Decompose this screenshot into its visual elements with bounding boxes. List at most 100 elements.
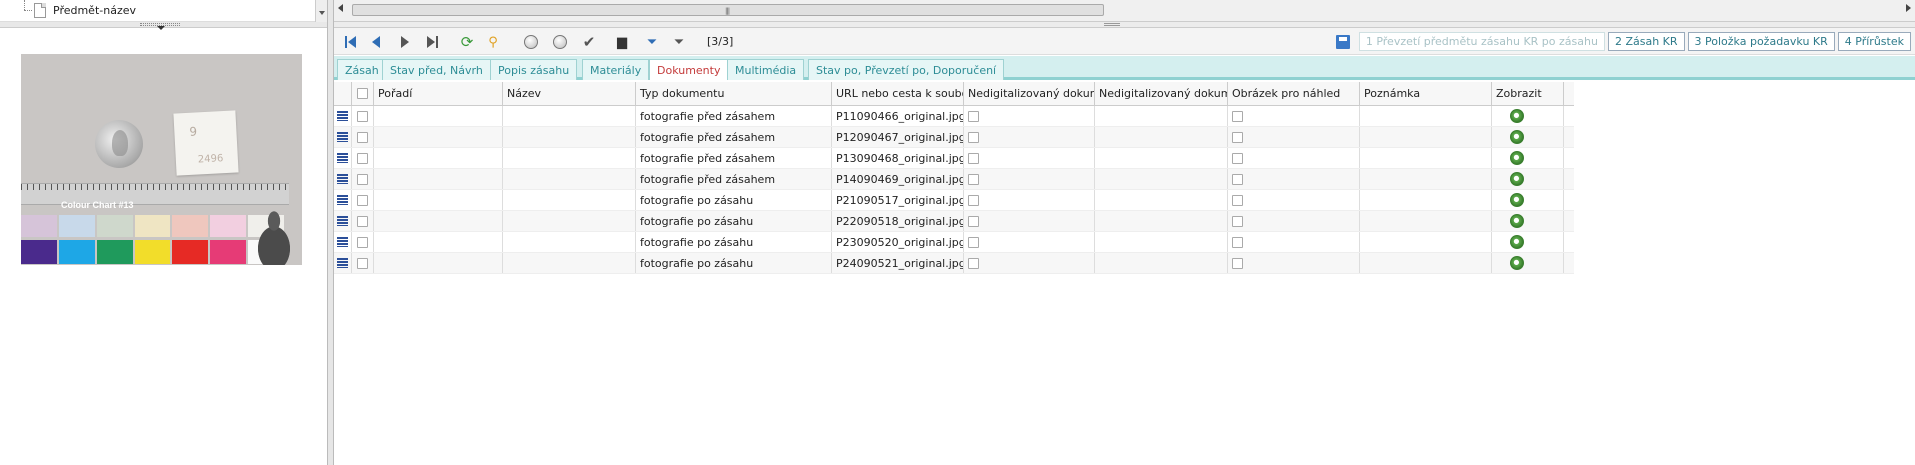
row-select-checkbox[interactable]: [357, 215, 368, 227]
row-select-checkbox[interactable]: [357, 236, 368, 248]
print-icon[interactable]: ▆: [613, 33, 631, 51]
tab-materialy[interactable]: Materiály: [582, 59, 650, 80]
table-row[interactable]: fotografie před zásahem P12090467_origina…: [334, 127, 1574, 148]
scrollbar-thumb[interactable]: |||: [352, 4, 1104, 16]
table-row[interactable]: fotografie před zásahem P13090468_origina…: [334, 148, 1574, 169]
view-document-icon[interactable]: [1510, 109, 1524, 123]
nedigitalizovany-checkbox[interactable]: [968, 131, 979, 143]
tree-scrollbar[interactable]: [315, 0, 327, 22]
tab-stav-po[interactable]: Stav po, Převzetí po, Doporučení: [808, 59, 1005, 80]
scroll-left-icon[interactable]: [338, 4, 343, 12]
drag-handle-icon[interactable]: [337, 237, 348, 247]
view-document-icon[interactable]: [1510, 235, 1524, 249]
nazev-cell: [503, 127, 636, 147]
preview-image-checkbox[interactable]: [1232, 215, 1243, 227]
zobrazit-cell: [1492, 211, 1564, 231]
first-record-icon[interactable]: [341, 33, 359, 51]
next-record-icon[interactable]: [396, 33, 414, 51]
row-select-checkbox[interactable]: [357, 194, 368, 206]
drag-handle-icon[interactable]: [337, 132, 348, 142]
view-document-icon[interactable]: [1510, 193, 1524, 207]
column-header-obrazek[interactable]: Obrázek pro náhled: [1228, 82, 1360, 105]
tab-dokumenty[interactable]: Dokumenty: [649, 59, 729, 80]
table-row[interactable]: fotografie po zásahu P22090518_original.j…: [334, 211, 1574, 232]
collapse-arrow-icon[interactable]: [157, 26, 165, 30]
refresh-icon[interactable]: ⟳: [458, 33, 476, 51]
request-item-kr-button[interactable]: 3 Položka požadavku KR: [1687, 32, 1835, 51]
tree-item-label[interactable]: Předmět-název: [53, 4, 136, 17]
drag-handle-icon[interactable]: [337, 258, 348, 268]
vertical-splitter[interactable]: [327, 0, 334, 465]
nedigitalizovany-checkbox[interactable]: [968, 194, 979, 206]
nedigitalizovany-checkbox[interactable]: [968, 152, 979, 164]
drag-handle-icon[interactable]: [337, 216, 348, 226]
preview-image-checkbox[interactable]: [1232, 152, 1243, 164]
previous-record-icon[interactable]: [367, 33, 385, 51]
nedigitalizovany-checkbox[interactable]: [968, 215, 979, 227]
tree-item[interactable]: Předmět-název: [0, 0, 315, 22]
filter-icon[interactable]: ⏷: [643, 33, 661, 51]
accession-button[interactable]: 4 Přírůstek: [1837, 32, 1911, 51]
drag-handle-icon[interactable]: [337, 153, 348, 163]
chevron-down-icon[interactable]: [319, 11, 325, 15]
add-icon[interactable]: [522, 33, 540, 51]
column-header-nazev[interactable]: Název: [503, 82, 636, 105]
table-row[interactable]: fotografie po zásahu P24090521_original.j…: [334, 253, 1574, 274]
view-document-icon[interactable]: [1510, 130, 1524, 144]
column-header-typ-dokumentu[interactable]: Typ dokumentu: [636, 82, 832, 105]
row-select-checkbox[interactable]: [357, 131, 368, 143]
view-document-icon[interactable]: [1510, 151, 1524, 165]
nedigitalizovany-checkbox[interactable]: [968, 173, 979, 185]
obrazek-cell: [1228, 232, 1360, 252]
select-all-checkbox[interactable]: [357, 88, 368, 99]
preview-image-checkbox[interactable]: [1232, 110, 1243, 122]
intervention-kr-button[interactable]: 2 Zásah KR: [1607, 32, 1685, 51]
column-header-url[interactable]: URL nebo cesta k soubo: [832, 82, 964, 105]
filter-clear-icon[interactable]: ⏷: [670, 33, 688, 51]
view-document-icon[interactable]: [1510, 172, 1524, 186]
preview-image-checkbox[interactable]: [1232, 173, 1243, 185]
row-select-checkbox[interactable]: [357, 257, 368, 269]
column-header-nedigitalizovany-1[interactable]: Nedigitalizovaný dokum: [964, 82, 1095, 105]
column-header-poradi[interactable]: Pořadí: [374, 82, 503, 105]
drag-handle-icon[interactable]: [337, 195, 348, 205]
handover-after-intervention-button[interactable]: 1 Převzetí předmětu zásahu KR po zásahu: [1358, 32, 1605, 51]
tab-zasah[interactable]: Zásah: [337, 59, 387, 80]
drag-handle-icon[interactable]: [337, 174, 348, 184]
remove-icon[interactable]: [551, 33, 569, 51]
confirm-check-icon[interactable]: ✔: [580, 33, 598, 51]
horizontal-scrollbar[interactable]: |||: [334, 0, 1915, 22]
view-document-icon[interactable]: [1510, 256, 1524, 270]
nedigitalizovany-checkbox[interactable]: [968, 236, 979, 248]
view-document-icon[interactable]: [1510, 214, 1524, 228]
table-row[interactable]: fotografie po zásahu P23090520_original.j…: [334, 232, 1574, 253]
preview-image-checkbox[interactable]: [1232, 236, 1243, 248]
tab-popis-zasahu[interactable]: Popis zásahu: [490, 59, 578, 80]
row-select-checkbox[interactable]: [357, 173, 368, 185]
drag-handle-icon[interactable]: [337, 111, 348, 121]
nedigitalizovany-checkbox[interactable]: [968, 110, 979, 122]
preview-image-checkbox[interactable]: [1232, 194, 1243, 206]
column-header-nedigitalizovany-2[interactable]: Nedigitalizovaný dokum: [1095, 82, 1228, 105]
toolbar: ⟳ ⚲ ✔ ▆ ⏷ ⏷ [3/3] 1 Převzetí předmětu zá…: [334, 28, 1915, 55]
nedigitalizovany-cell: [964, 148, 1095, 168]
scroll-right-icon[interactable]: [1906, 4, 1911, 12]
typ-dokumentu-cell: fotografie po zásahu: [636, 190, 832, 210]
preview-image-checkbox[interactable]: [1232, 131, 1243, 143]
search-icon[interactable]: ⚲: [484, 33, 502, 51]
column-header-poznamka[interactable]: Poznámka: [1360, 82, 1492, 105]
nedigitalizovany-checkbox[interactable]: [968, 257, 979, 269]
table-row[interactable]: fotografie před zásahem P11090466_origina…: [334, 106, 1574, 127]
splitter-grip-icon[interactable]: [1104, 23, 1120, 26]
last-record-icon[interactable]: [423, 33, 441, 51]
table-row[interactable]: fotografie před zásahem P14090469_origina…: [334, 169, 1574, 190]
column-header-zobrazit[interactable]: Zobrazit: [1492, 82, 1564, 105]
tab-multimedia[interactable]: Multimédia: [727, 59, 805, 80]
last-arrow: [426, 36, 435, 48]
tab-stav-pred[interactable]: Stav před, Návrh: [382, 59, 491, 80]
save-icon[interactable]: [1335, 34, 1350, 49]
row-select-checkbox[interactable]: [357, 110, 368, 122]
row-select-checkbox[interactable]: [357, 152, 368, 164]
preview-image-checkbox[interactable]: [1232, 257, 1243, 269]
table-row[interactable]: fotografie po zásahu P21090517_original.j…: [334, 190, 1574, 211]
